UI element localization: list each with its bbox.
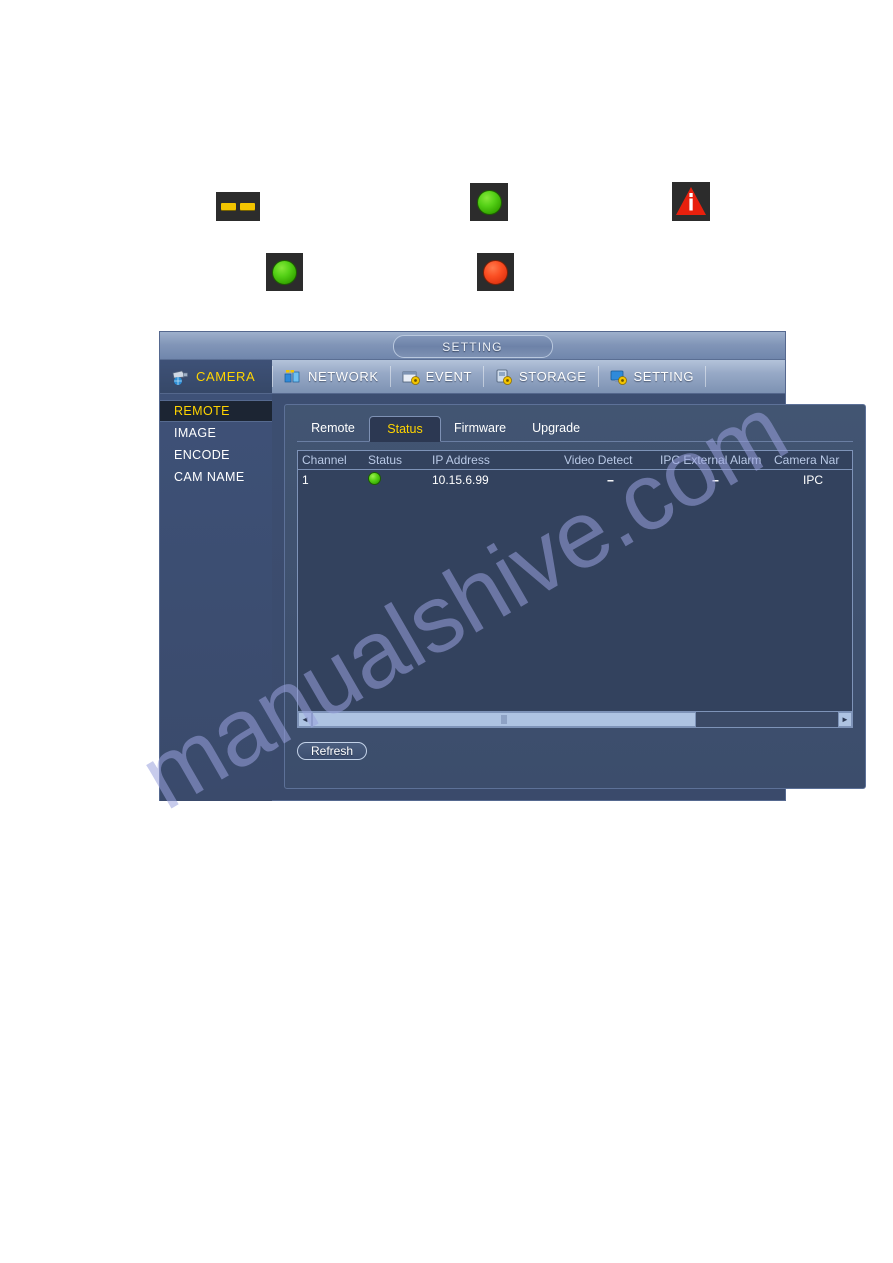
red-led-icon — [477, 253, 514, 291]
tab-status[interactable]: Status — [369, 416, 441, 442]
dashes-icon — [216, 192, 260, 221]
green-led-dot-2 — [272, 259, 297, 285]
sidebar: REMOTE IMAGE ENCODE CAM NAME — [160, 394, 272, 801]
dash-mark-2 — [240, 203, 255, 210]
green-led-icon-2 — [266, 253, 303, 291]
scroll-left-arrow-icon[interactable]: ◄ — [298, 712, 312, 727]
refresh-button[interactable]: Refresh — [297, 742, 367, 760]
sidebar-item-encode-label: ENCODE — [174, 448, 230, 462]
table-header-row: Channel Status IP Address Video Detect I… — [298, 451, 852, 470]
status-green-dot-icon — [368, 472, 381, 485]
storage-icon — [494, 368, 514, 386]
scroll-right-arrow-icon[interactable]: ► — [838, 712, 852, 727]
tab-firmware[interactable]: Firmware — [441, 415, 519, 441]
window-body: REMOTE IMAGE ENCODE CAM NAME Remote Stat… — [160, 394, 866, 801]
setting-icon — [609, 368, 629, 386]
green-led-dot — [476, 189, 502, 215]
network-icon — [283, 368, 303, 386]
menu-item-storage-label: STORAGE — [519, 369, 587, 384]
menu-item-network-label: NETWORK — [308, 369, 379, 384]
tab-remote-label: Remote — [311, 421, 355, 435]
content-area: Remote Status Firmware Upgrade Channel S… — [272, 394, 878, 801]
header-channel[interactable]: Channel — [298, 451, 364, 470]
sidebar-item-cam-name-label: CAM NAME — [174, 470, 245, 484]
header-ip-address[interactable]: IP Address — [428, 451, 560, 470]
sidebar-item-image[interactable]: IMAGE — [160, 422, 272, 444]
cell-ipc-external-alarm: -- — [712, 472, 719, 487]
cell-camera-name: IPC — [802, 472, 823, 487]
status-table-body: 1 10.15.6.99 -- -- IPC — [298, 470, 852, 490]
scrollbar-grip-icon — [501, 715, 507, 724]
sidebar-item-remote-label: REMOTE — [174, 404, 230, 418]
warning-triangle-glyph — [676, 187, 706, 215]
refresh-button-label: Refresh — [310, 744, 354, 758]
table-row[interactable]: 1 10.15.6.99 -- -- IPC — [298, 470, 852, 490]
sub-tab-bar: Remote Status Firmware Upgrade — [297, 412, 853, 442]
cell-status — [364, 470, 428, 490]
sidebar-item-remote[interactable]: REMOTE — [160, 400, 272, 422]
menu-item-camera-label: CAMERA — [196, 369, 256, 384]
camera-icon — [171, 368, 191, 386]
menu-item-event[interactable]: EVENT — [389, 360, 483, 393]
scrollbar-track[interactable] — [312, 712, 838, 727]
status-table-container: Channel Status IP Address Video Detect I… — [297, 450, 853, 728]
tab-firmware-label: Firmware — [454, 421, 507, 435]
window-title-bar: SETTING — [160, 332, 785, 360]
horizontal-scrollbar[interactable]: ◄ ► — [298, 711, 852, 727]
scrollbar-thumb[interactable] — [312, 712, 696, 727]
tab-upgrade-label: Upgrade — [532, 421, 581, 435]
green-led-icon — [470, 183, 508, 221]
setting-window: SETTING CAMERA NETWORK EVENT STORAGE SET… — [159, 331, 866, 801]
cell-video-detect: -- — [607, 472, 614, 487]
header-status[interactable]: Status — [364, 451, 428, 470]
header-ipc-external-alarm[interactable]: IPC External Alarm — [656, 451, 770, 470]
tab-status-label: Status — [387, 422, 423, 436]
menu-item-event-label: EVENT — [425, 369, 472, 384]
menu-item-network[interactable]: NETWORK — [272, 360, 390, 393]
sidebar-item-encode[interactable]: ENCODE — [160, 444, 272, 466]
tab-remote[interactable]: Remote — [297, 415, 369, 441]
event-icon — [401, 368, 421, 386]
menu-item-setting-label: SETTING — [633, 369, 695, 384]
dash-mark-1 — [221, 203, 236, 210]
header-video-detect[interactable]: Video Detect — [560, 451, 656, 470]
main-menu-bar: CAMERA NETWORK EVENT STORAGE SETTING — [160, 360, 785, 394]
sidebar-item-cam-name[interactable]: CAM NAME — [160, 466, 272, 488]
window-title: SETTING — [392, 335, 553, 358]
cell-channel: 1 — [302, 472, 309, 487]
tab-upgrade[interactable]: Upgrade — [519, 415, 593, 441]
status-table: Channel Status IP Address Video Detect I… — [298, 451, 852, 489]
menu-item-storage[interactable]: STORAGE — [483, 360, 598, 393]
cell-ip-address: 10.15.6.99 — [432, 472, 489, 487]
warning-triangle-icon — [672, 182, 710, 221]
status-table-head: Channel Status IP Address Video Detect I… — [298, 451, 852, 470]
remote-settings-pane: Remote Status Firmware Upgrade Channel S… — [284, 404, 866, 789]
header-camera-name[interactable]: Camera Nar — [770, 451, 852, 470]
sidebar-item-image-label: IMAGE — [174, 426, 217, 440]
menu-bar-filler — [705, 360, 785, 393]
red-led-dot — [483, 259, 508, 285]
menu-item-camera[interactable]: CAMERA — [160, 360, 272, 393]
menu-item-setting[interactable]: SETTING — [597, 360, 706, 393]
